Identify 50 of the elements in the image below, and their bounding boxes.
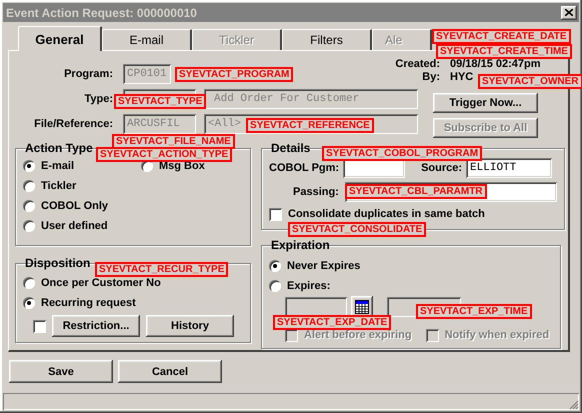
checkbox[interactable]: Consolidate duplicates in same batch xyxy=(269,206,557,222)
group-title: Expiration xyxy=(270,238,331,252)
info-value: HYC xyxy=(450,71,474,84)
dialog-button[interactable]: Save xyxy=(9,360,113,383)
field-name-tooltip: SYEVTACT_OWNER xyxy=(478,74,582,89)
window-title: Event Action Request: 000000010 xyxy=(6,6,197,20)
field-name-tooltip: SYEVTACT_COBOL_PROGRAM xyxy=(322,146,482,161)
info-label: By: xyxy=(422,71,440,84)
radio-button[interactable]: Expires: xyxy=(269,276,553,296)
tab[interactable]: Filters xyxy=(282,29,372,50)
field-label: Program: xyxy=(63,68,113,80)
radio-button[interactable]: Tickler xyxy=(23,176,141,196)
field-name-tooltip: SYEVTACT_REFERENCE xyxy=(246,118,374,133)
date-field[interactable] xyxy=(285,297,347,317)
tab[interactable]: General xyxy=(18,26,102,51)
radio-button[interactable]: User defined xyxy=(23,216,141,236)
field-name-tooltip: SYEVTACT_TYPE xyxy=(114,94,206,109)
field-name-tooltip: SYEVTACT_EXP_TIME xyxy=(416,304,532,319)
field-label: Passing: xyxy=(293,186,339,198)
action-button[interactable]: Restriction... xyxy=(52,315,140,337)
source-field[interactable]: ELLIOTT xyxy=(466,158,552,178)
tab[interactable]: E-mail xyxy=(102,29,192,50)
checkbox[interactable] xyxy=(33,320,46,332)
radio-button[interactable]: COBOL Only xyxy=(23,196,141,216)
group-title: Action Type xyxy=(24,141,94,155)
info-label: Created: xyxy=(395,58,440,71)
field-label: File/Reference: xyxy=(33,118,113,130)
calendar-icon xyxy=(355,300,369,314)
field-label: Type: xyxy=(83,93,113,105)
field-label: COBOL Pgm: xyxy=(269,162,340,174)
radio-button[interactable]: Recurring request xyxy=(23,293,243,313)
close-button[interactable] xyxy=(561,6,577,20)
field-name-tooltip: SYEVTACT_CONSOLIDATE xyxy=(288,222,426,237)
field-name-tooltip: SYEVTACT_PROGRAM xyxy=(175,67,294,82)
field-name-tooltip: SYEVTACT_CBL_PARAMTR xyxy=(345,184,487,199)
radio-button[interactable]: Never Expires xyxy=(269,256,553,276)
close-icon xyxy=(565,9,573,16)
action-button[interactable]: Trigger Now... xyxy=(433,93,538,113)
field-name-tooltip: SYEVTACT_EXP_DATE xyxy=(273,315,392,330)
group-title: Details xyxy=(270,141,312,155)
field-name-tooltip: SYEVTACT_RECUR_TYPE xyxy=(95,262,228,277)
dialog-button[interactable]: Cancel xyxy=(118,360,222,383)
field-label: Source: xyxy=(421,162,462,174)
info-value: 09/18/15 02:47pm xyxy=(450,58,541,71)
group-title: Disposition xyxy=(24,256,92,270)
action-button[interactable]: History xyxy=(146,315,234,337)
resize-grip-icon[interactable] xyxy=(567,398,579,410)
field-name-tooltip: SYEVTACT_CREATE_DATE xyxy=(432,29,571,44)
field-name-tooltip: SYEVTACT_ACTION_TYPE xyxy=(96,147,232,162)
field-name-tooltip: SYEVTACT_CREATE_TIME xyxy=(436,44,572,59)
